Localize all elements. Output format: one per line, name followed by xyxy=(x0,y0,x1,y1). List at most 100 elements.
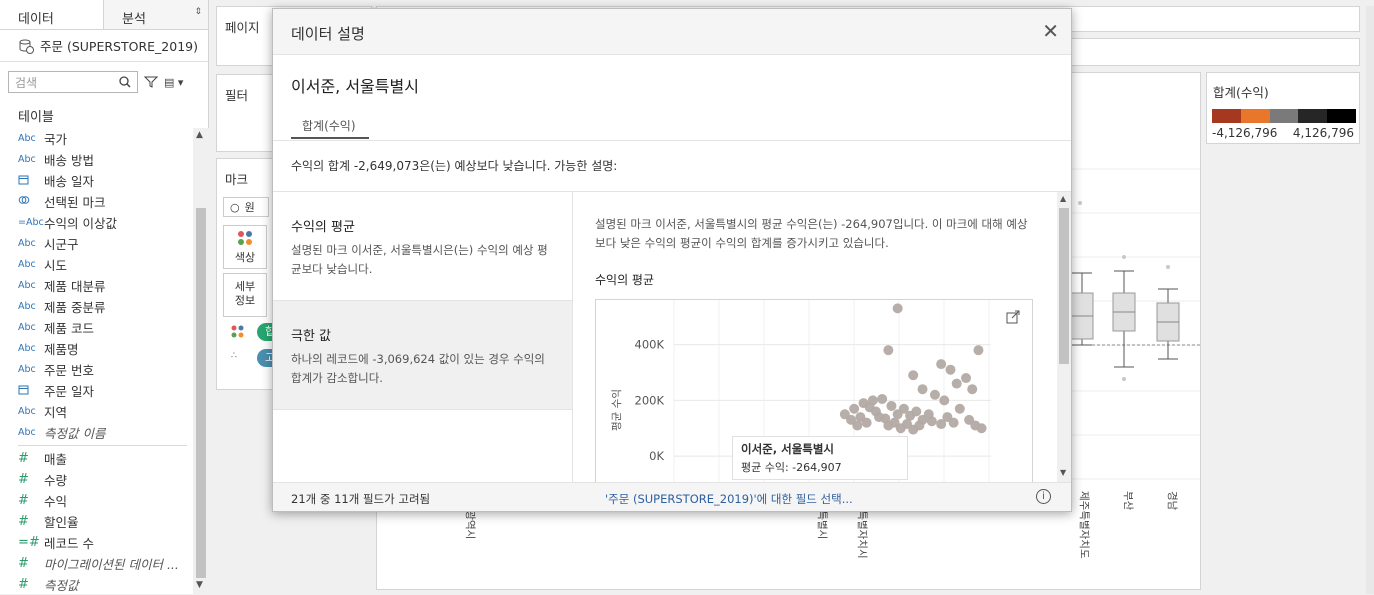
color-button[interactable]: 색상 xyxy=(223,225,267,269)
close-icon[interactable]: ✕ xyxy=(1042,19,1059,43)
field-divider xyxy=(18,445,187,446)
detail-button[interactable]: 세부 정보 xyxy=(223,273,267,317)
datasource-name: 주문 (SUPERSTORE_2019) xyxy=(40,39,198,54)
field-label: 수익 xyxy=(44,494,68,509)
legend-swatch xyxy=(1269,109,1299,123)
field-label: 제품 중분류 xyxy=(44,300,106,315)
field-item[interactable]: Abc 시군구 xyxy=(0,233,193,254)
field-label: 주문 일자 xyxy=(44,384,94,399)
pill1-icon xyxy=(231,325,245,342)
color-legend: 합계(수익) -4,126,796 4,126,796 xyxy=(1206,72,1360,144)
field-label: 측정값 이름 xyxy=(44,426,106,441)
measure-icon: # xyxy=(18,556,29,571)
datasource-item[interactable]: 주문 (SUPERSTORE_2019) xyxy=(0,30,208,62)
string-type-icon: Abc xyxy=(18,301,36,312)
legend-min: -4,126,796 xyxy=(1212,126,1278,140)
legend-swatch xyxy=(1327,109,1356,123)
field-item[interactable]: 배송 일자 xyxy=(0,170,193,191)
explanation-item[interactable]: 극한 값 하나의 레코드에 -3,069,624 값이 있는 경우 수익의 합계… xyxy=(273,301,572,410)
select-fields-link[interactable]: '주문 (SUPERSTORE_2019)'에 대한 필드 선택... xyxy=(605,491,853,507)
tab-sum-profit[interactable]: 합계(수익) xyxy=(291,113,369,139)
dialog-scrollbar[interactable]: ▲ ▼ xyxy=(1057,192,1071,482)
scatter-point xyxy=(861,417,872,428)
scatter-point xyxy=(973,345,984,356)
field-item[interactable]: Abc 제품명 xyxy=(0,338,193,359)
field-label: 할인율 xyxy=(44,515,79,530)
x-axis-label: 제주특별자치도 xyxy=(1078,491,1090,559)
measure-icon: # xyxy=(18,514,29,529)
field-item[interactable]: # 수량 xyxy=(0,469,193,490)
field-label: 지역 xyxy=(44,405,68,420)
field-label: 제품 대분류 xyxy=(44,279,106,294)
field-label: 배송 방법 xyxy=(44,153,94,168)
string-type-icon: Abc xyxy=(18,259,36,270)
field-item[interactable]: # 할인율 xyxy=(0,511,193,532)
y-tick-label: 400K xyxy=(635,338,665,352)
field-item[interactable]: =Abc 수익의 이상값 xyxy=(0,212,193,233)
field-item[interactable]: Abc 제품 코드 xyxy=(0,317,193,338)
field-item[interactable]: # 수익 xyxy=(0,490,193,511)
x-axis-label: 경남 xyxy=(1166,491,1179,511)
field-item[interactable]: Abc 지역 xyxy=(0,401,193,422)
datasource-icon xyxy=(19,39,34,54)
tables-title: 테이블 xyxy=(18,110,54,125)
field-item[interactable]: =# 레코드 수 xyxy=(0,532,193,553)
field-label: 시도 xyxy=(44,258,68,273)
info-icon[interactable]: i xyxy=(1036,489,1051,504)
tab-data[interactable]: 데이터 xyxy=(0,0,104,29)
field-item[interactable]: 선택된 마크 xyxy=(0,191,193,212)
measure-icon: # xyxy=(18,472,29,487)
field-label: 국가 xyxy=(44,132,68,147)
explanation-item[interactable]: 수익의 평균 설명된 마크 이서준, 서울특별시은(는) 수익의 예상 평균보다… xyxy=(273,192,572,301)
explanation-desc: 설명된 마크 이서준, 서울특별시은(는) 수익의 예상 평균보다 낮습니다. xyxy=(291,243,548,276)
scatter-point xyxy=(939,395,950,406)
detail-pill-icon: ∴ xyxy=(231,351,237,361)
search-input[interactable]: 검색 xyxy=(8,71,138,93)
scroll-up-icon[interactable]: ▲ xyxy=(1060,194,1066,203)
scatter-point xyxy=(954,403,965,414)
scroll-thumb[interactable] xyxy=(196,208,206,578)
field-item[interactable]: Abc 주문 번호 xyxy=(0,359,193,380)
detail-subheading: 수익의 평균 xyxy=(595,273,655,287)
color-label: 색상 xyxy=(234,251,256,264)
dialog-title: 데이터 설명 xyxy=(291,25,365,43)
field-item[interactable]: # 매출 xyxy=(0,448,193,469)
open-chart-icon[interactable] xyxy=(1006,310,1020,327)
string-type-icon: Abc xyxy=(18,364,36,375)
view-list-icon[interactable]: ▤ ▾ xyxy=(164,76,183,89)
scroll-down-icon[interactable]: ▼ xyxy=(196,580,203,590)
field-item[interactable]: Abc 제품 대분류 xyxy=(0,275,193,296)
string-type-icon: Abc xyxy=(18,343,36,354)
color-icon xyxy=(238,231,252,245)
field-item[interactable]: Abc 제품 중분류 xyxy=(0,296,193,317)
scatter-point xyxy=(867,395,878,406)
right-scrollbar[interactable] xyxy=(1366,6,1374,594)
field-item[interactable]: 주문 일자 xyxy=(0,380,193,401)
field-item[interactable]: Abc 측정값 이름 xyxy=(0,422,193,443)
legend-swatch xyxy=(1298,109,1328,123)
scatter-point xyxy=(951,378,962,389)
scroll-up-icon[interactable]: ▲ xyxy=(196,130,203,140)
field-item[interactable]: # 마이그레이션된 데이터 ... xyxy=(0,553,193,574)
search-row: 검색 ▤ ▾ xyxy=(0,62,208,102)
mark-type-dropdown[interactable]: ○ 원 xyxy=(223,197,269,217)
tab-analysis[interactable]: 분석 ⇕ xyxy=(104,0,208,29)
set-icon xyxy=(18,194,44,209)
field-item[interactable]: Abc 배송 방법 xyxy=(0,149,193,170)
field-item[interactable]: Abc 국가 xyxy=(0,128,193,149)
circle-mark-icon: ○ xyxy=(230,200,240,214)
measure-icon: =# xyxy=(18,535,40,550)
filter-icon[interactable] xyxy=(144,75,158,89)
field-item[interactable]: # 측정값 xyxy=(0,574,193,595)
scatter-point xyxy=(926,416,937,427)
scroll-down-icon[interactable]: ▼ xyxy=(1060,468,1066,477)
field-item[interactable]: Abc 시도 xyxy=(0,254,193,275)
explanation-list: 수익의 평균 설명된 마크 이서준, 서울특별시은(는) 수익의 예상 평균보다… xyxy=(273,192,573,482)
search-icon xyxy=(119,76,131,88)
pane-tabs: 데이터 분석 ⇕ xyxy=(0,0,208,30)
field-list-scrollbar[interactable]: ▲ ▼ xyxy=(193,128,209,594)
y-axis-label: 평균 수익 xyxy=(611,389,623,431)
string-type-icon: Abc xyxy=(18,280,36,291)
scatter-point xyxy=(908,370,919,381)
dialog-scroll-thumb[interactable] xyxy=(1059,208,1069,364)
